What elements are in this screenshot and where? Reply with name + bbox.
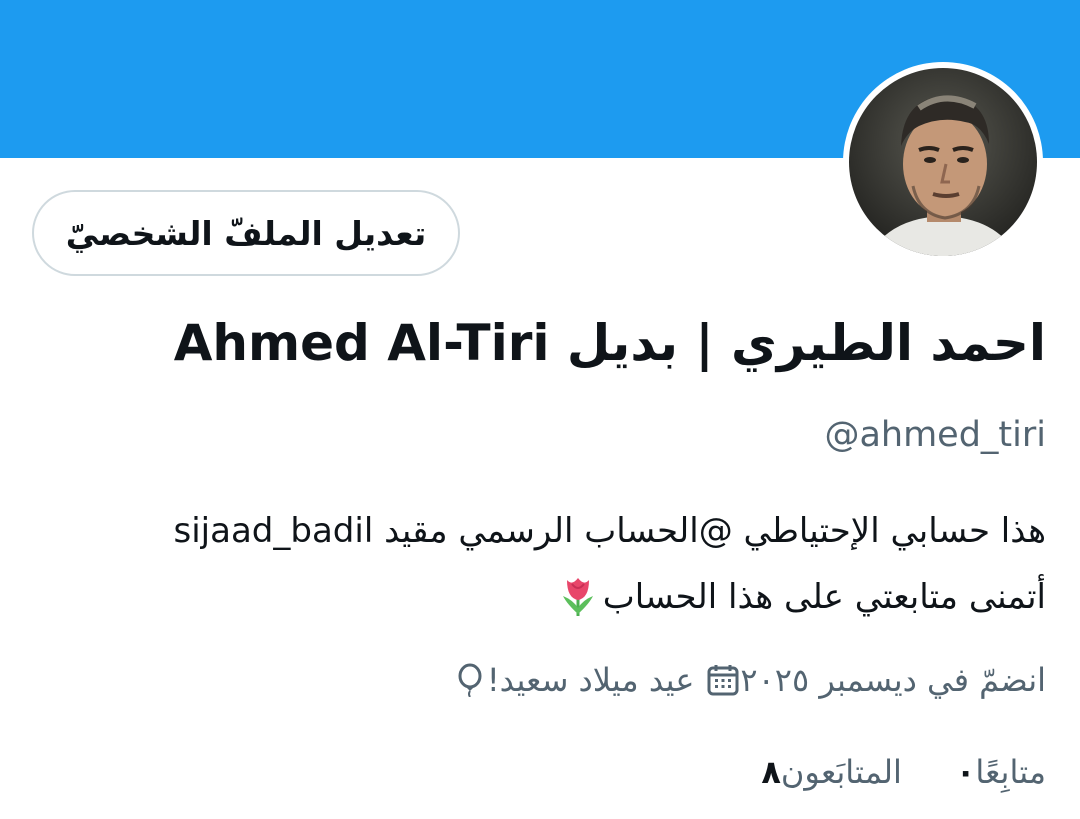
profile-bio: هذا حسابي الإحتياطي @الحساب الرسمي مقيد …	[36, 498, 1046, 630]
balloon-icon	[458, 663, 482, 697]
followers-link[interactable]: ٨ المتابَعون	[751, 753, 901, 791]
avatar-photo	[849, 68, 1037, 256]
profile-stats: ٨ المتابَعون ٠ متابِعًا	[707, 742, 1046, 802]
tulip-icon	[562, 578, 593, 616]
joined-text: انضمّ في ديسمبر ٢٠٢٥	[740, 661, 1046, 699]
bio-line-2-wrap: أتمنى متابعتي على هذا الحساب	[36, 564, 1046, 630]
bio-line-2: أتمنى متابعتي على هذا الحساب	[602, 577, 1046, 617]
profile-meta: عيد ميلاد سعيد! انضمّ في ديسمبر ٢٠٢٥	[413, 650, 1046, 710]
followers-count: ٨	[761, 753, 781, 791]
profile-handle: @ahmed_tiri	[824, 415, 1046, 455]
avatar[interactable]	[843, 62, 1043, 262]
edit-profile-button[interactable]: تعديل الملفّ الشخصيّ	[32, 190, 460, 276]
following-link[interactable]: ٠ متابِعًا	[946, 753, 1046, 791]
birthday-item: عيد ميلاد سعيد!	[441, 661, 695, 699]
calendar-icon	[707, 665, 739, 696]
following-count: ٠	[955, 753, 976, 791]
following-label: متابِعًا	[975, 753, 1046, 791]
display-name: احمد الطيري | بديل Ahmed Al-Tiri	[173, 314, 1046, 372]
joined-item: انضمّ في ديسمبر ٢٠٢٥	[694, 661, 1046, 699]
birthday-text: عيد ميلاد سعيد!	[486, 661, 695, 699]
followers-label: المتابَعون	[780, 753, 902, 791]
bio-line-1: هذا حسابي الإحتياطي @الحساب الرسمي مقيد …	[173, 511, 1046, 551]
